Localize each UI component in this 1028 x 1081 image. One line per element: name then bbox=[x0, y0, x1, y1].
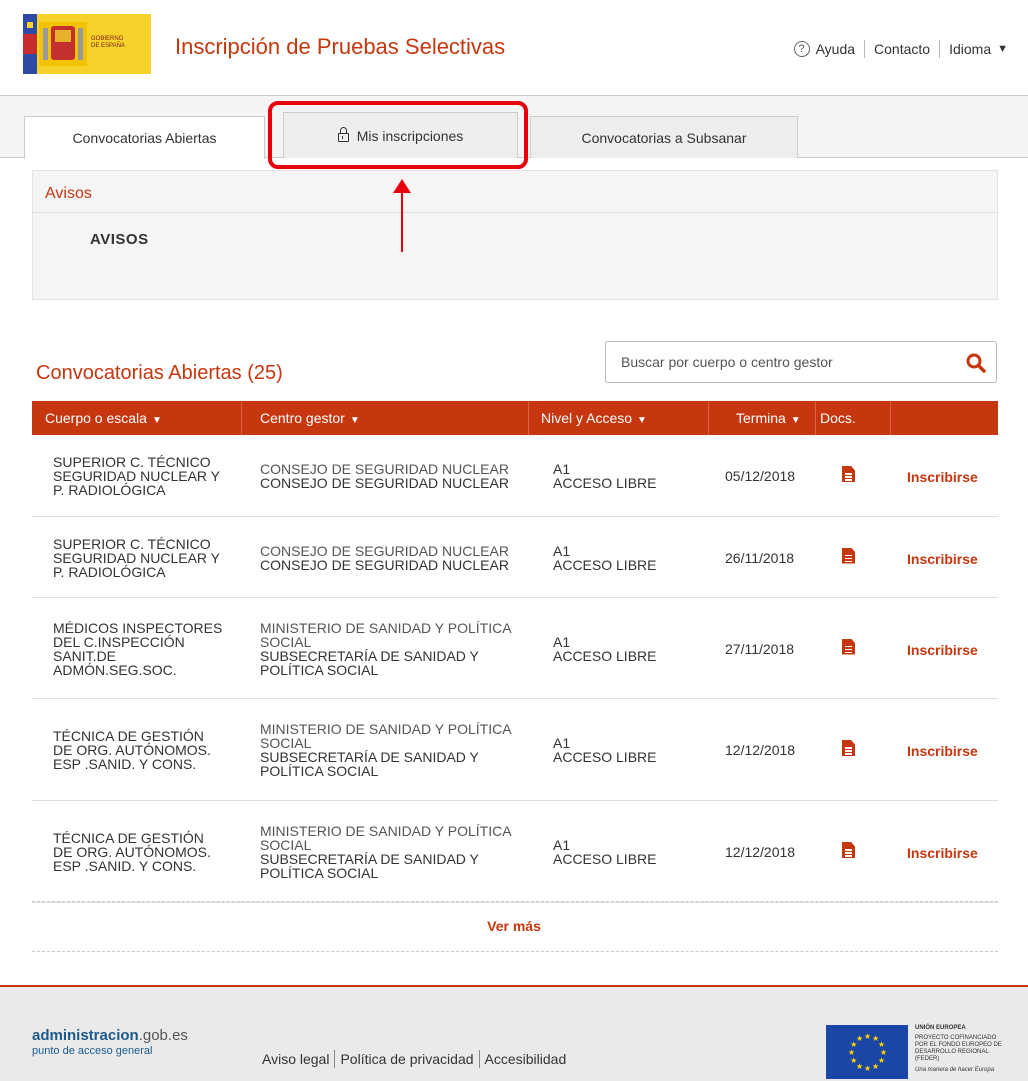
sort-caret-icon: ▼ bbox=[349, 415, 360, 426]
divider bbox=[32, 901, 998, 902]
termina-cell: 26/11/2018 bbox=[725, 549, 795, 566]
search-box bbox=[605, 341, 997, 383]
page-footer: administracion.gob.es punto de acceso ge… bbox=[0, 985, 1028, 1081]
sort-caret-icon: ▼ bbox=[637, 415, 647, 426]
svg-text:★: ★ bbox=[864, 1032, 871, 1041]
inscribirse-button[interactable]: Inscribirse bbox=[907, 743, 978, 759]
nivel-acceso-cell: A1 ACCESO LIBRE bbox=[553, 461, 657, 491]
inscribirse-button[interactable]: Inscribirse bbox=[907, 642, 978, 658]
divider bbox=[939, 40, 941, 58]
cuerpo-cell: MÉDICOS INSPECTORES DEL C.INSPECCIÓN SANIT… bbox=[53, 619, 223, 678]
centro-gestor-cell: MINISTERIO DE SANIDAD Y POLÍTICA SOCIAL SU… bbox=[260, 721, 512, 779]
ver-mas-link[interactable]: Ver más bbox=[0, 918, 1028, 934]
section-title: Convocatorias Abiertas (25) bbox=[36, 362, 283, 384]
table-body: SUPERIOR C. TÉCNICO SEGURIDAD NUCLEAR Y P.… bbox=[32, 435, 998, 903]
search-input[interactable] bbox=[606, 342, 936, 382]
termina-cell: 27/11/2018 bbox=[725, 640, 795, 657]
avisos-body: AVISOS bbox=[90, 231, 149, 248]
pdf-document-icon[interactable] bbox=[842, 740, 855, 756]
cuerpo-cell: TÉCNICA DE GESTIÓN DE ORG. AUTÓNOMOS. ESP … bbox=[53, 830, 211, 874]
svg-text:★: ★ bbox=[872, 1062, 879, 1071]
privacidad-link[interactable]: Política de privacidad bbox=[340, 1051, 473, 1067]
inscribirse-button[interactable]: Inscribirse bbox=[907, 845, 978, 861]
tab-convocatorias-subsanar[interactable]: Convocatorias a Subsanar bbox=[530, 116, 798, 158]
gov-logo-text: GOBIERNO bbox=[91, 36, 124, 42]
chevron-down-icon[interactable]: ▼ bbox=[997, 43, 1008, 55]
svg-text:★: ★ bbox=[848, 1048, 855, 1057]
tab-label: Convocatorias Abiertas bbox=[72, 130, 217, 146]
inscribirse-button[interactable]: Inscribirse bbox=[907, 469, 978, 485]
avisos-heading[interactable]: Avisos bbox=[33, 171, 997, 213]
svg-text:★: ★ bbox=[856, 1034, 863, 1043]
language-dropdown[interactable]: Idioma bbox=[949, 41, 991, 57]
eu-funding-text: UNIÓN EUROPEA PROYECTO COFINANCIADO POR … bbox=[915, 1025, 1002, 1073]
inscribirse-button[interactable]: Inscribirse bbox=[907, 551, 978, 567]
table-row: MÉDICOS INSPECTORES DEL C.INSPECCIÓN SANIT… bbox=[32, 598, 998, 699]
top-links: ? Ayuda Contacto Idioma ▼ bbox=[793, 40, 1008, 58]
tab-mis-inscripciones[interactable]: Mis inscripciones bbox=[283, 112, 518, 158]
pdf-document-icon[interactable] bbox=[842, 842, 855, 858]
table-header: Cuerpo o escala ▼ Centro gestor ▼ Nivel y … bbox=[32, 401, 998, 435]
cuerpo-cell: SUPERIOR C. TÉCNICO SEGURIDAD NUCLEAR Y P.… bbox=[53, 454, 221, 498]
termina-cell: 12/12/2018 bbox=[725, 844, 796, 860]
page-header: GOBIERNO DE ESPAÑA Inscripción de Prueba… bbox=[0, 0, 1028, 96]
gobierno-espana-logo[interactable]: GOBIERNO DE ESPAÑA bbox=[23, 14, 151, 74]
lock-icon bbox=[337, 126, 349, 142]
nivel-acceso-cell: A1 ACCESO LIBRE bbox=[553, 542, 657, 573]
avisos-panel: Avisos AVISOS bbox=[32, 170, 998, 300]
administracion-logo[interactable]: administracion.gob.es punto de acceso ge… bbox=[30, 1019, 188, 1057]
page-title: Inscripción de Pruebas Selectivas bbox=[175, 34, 506, 59]
col-docs: Docs. bbox=[820, 410, 856, 426]
sort-cuerpo[interactable]: Cuerpo o escala ▼ bbox=[45, 410, 162, 426]
arrow-annotation bbox=[401, 190, 403, 252]
nivel-acceso-cell: A1 ACCESO LIBRE bbox=[553, 735, 657, 765]
table-row: SUPERIOR C. TÉCNICO SEGURIDAD NUCLEAR Y P.… bbox=[32, 435, 998, 517]
sort-nivel[interactable]: Nivel y Acceso ▼ bbox=[541, 410, 647, 426]
nivel-acceso-cell: A1 ACCESO LIBRE bbox=[553, 633, 657, 664]
help-icon[interactable]: ? bbox=[793, 41, 810, 57]
sort-termina[interactable]: Termina ▼ bbox=[736, 410, 801, 426]
centro-gestor-cell: MINISTERIO DE SANIDAD Y POLÍTICA SOCIAL SU… bbox=[260, 823, 512, 881]
sort-caret-icon: ▼ bbox=[151, 415, 162, 426]
centro-gestor-cell: CONSEJO DE SEGURIDAD NUCLEAR CONSEJO DE S… bbox=[260, 461, 509, 491]
cuerpo-cell: SUPERIOR C. TÉCNICO SEGURIDAD NUCLEAR Y P.… bbox=[53, 535, 221, 580]
centro-gestor-cell: CONSEJO DE SEGURIDAD NUCLEAR CONSEJO DE S… bbox=[260, 542, 509, 573]
table-row: TÉCNICA DE GESTIÓN DE ORG. AUTÓNOMOS. ESP … bbox=[32, 801, 998, 903]
nivel-acceso-cell: A1 ACCESO LIBRE bbox=[553, 837, 657, 867]
search-icon[interactable] bbox=[966, 353, 986, 373]
svg-text:DE ESPAÑA: DE ESPAÑA bbox=[91, 42, 125, 49]
sort-centro[interactable]: Centro gestor ▼ bbox=[260, 410, 360, 426]
centro-gestor-cell: MINISTERIO DE SANIDAD Y POLÍTICA SOCIAL SU… bbox=[260, 619, 512, 678]
footer-links: Aviso legal Política de privacidad Acces… bbox=[262, 1050, 566, 1068]
termina-cell: 12/12/2018 bbox=[725, 742, 796, 758]
table-row: SUPERIOR C. TÉCNICO SEGURIDAD NUCLEAR Y P.… bbox=[32, 517, 998, 598]
convocatorias-table: Cuerpo o escala ▼ Centro gestor ▼ Nivel y … bbox=[32, 401, 998, 903]
tab-label: Mis inscripciones bbox=[356, 127, 464, 144]
eu-flag-icon: ★ ★ ★ ★ ★ ★ ★ ★ ★ ★ ★ ★ bbox=[826, 1025, 908, 1079]
svg-text:★: ★ bbox=[850, 1056, 857, 1065]
cuerpo-cell: TÉCNICA DE GESTIÓN DE ORG. AUTÓNOMOS. ESP … bbox=[53, 728, 211, 772]
table-row: TÉCNICA DE GESTIÓN DE ORG. AUTÓNOMOS. ESP … bbox=[32, 699, 998, 801]
svg-text:★: ★ bbox=[864, 1064, 871, 1073]
pdf-document-icon[interactable] bbox=[842, 638, 855, 655]
sort-caret-icon: ▼ bbox=[790, 415, 801, 426]
pdf-document-icon[interactable] bbox=[842, 547, 855, 564]
divider bbox=[32, 951, 998, 952]
contact-link[interactable]: Contacto bbox=[874, 41, 930, 57]
accesibilidad-link[interactable]: Accesibilidad bbox=[485, 1051, 567, 1067]
help-link[interactable]: Ayuda bbox=[816, 41, 855, 57]
termina-cell: 05/12/2018 bbox=[725, 468, 796, 484]
tab-label: Convocatorias a Subsanar bbox=[581, 129, 747, 146]
tab-bar: Convocatorias Abiertas Mis inscripciones… bbox=[0, 96, 1028, 159]
pdf-document-icon[interactable] bbox=[842, 466, 855, 482]
svg-text:★: ★ bbox=[878, 1040, 885, 1049]
aviso-legal-link[interactable]: Aviso legal bbox=[262, 1051, 329, 1067]
divider bbox=[864, 40, 866, 58]
tab-convocatorias-abiertas[interactable]: Convocatorias Abiertas bbox=[24, 116, 265, 159]
